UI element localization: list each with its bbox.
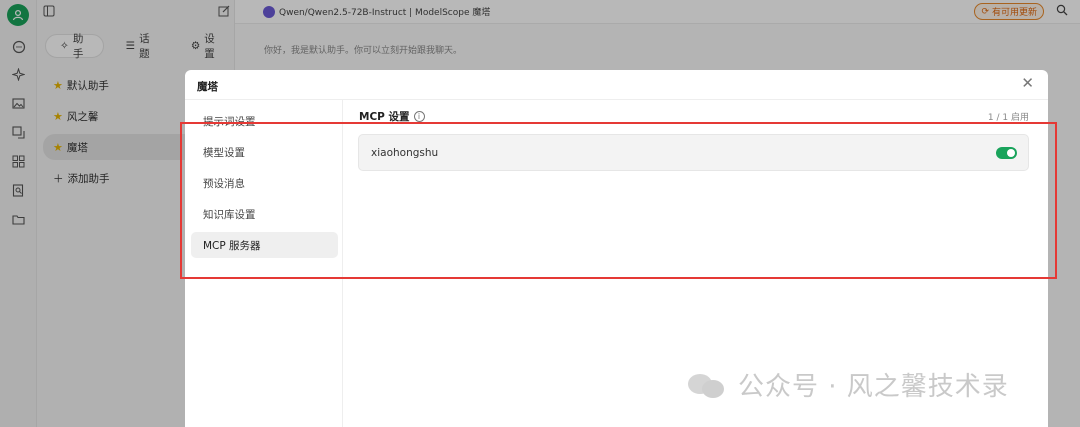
info-icon[interactable]: i [413,111,425,122]
watermark-text: 公众号 · 风之馨技术录 [738,372,1009,402]
modal-header: 魔塔 ✕ [185,70,1048,100]
watermark: 公众号 · 风之馨技术录 [688,366,1009,403]
wechat-logo-icon [688,372,728,398]
modal-title: 魔塔 [197,81,218,93]
close-icon[interactable]: ✕ [1021,76,1034,91]
annotation-highlight-box [180,122,1057,279]
